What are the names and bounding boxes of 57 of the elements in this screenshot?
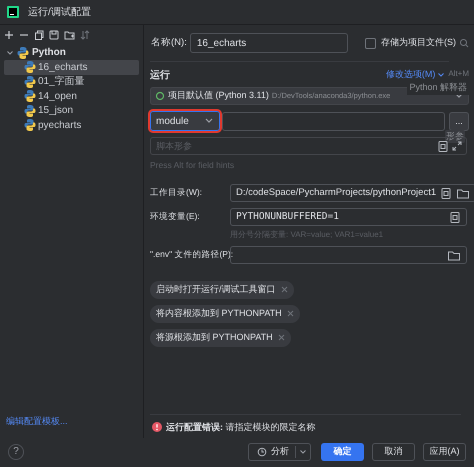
option-tag[interactable]: 启动时打开运行/调试工具窗口	[150, 280, 294, 299]
expand-icon[interactable]	[452, 141, 462, 151]
analyze-button[interactable]: 分析	[248, 442, 311, 460]
browse-button[interactable]: ...	[449, 112, 469, 130]
tree-item[interactable]: 14_open	[4, 89, 139, 104]
folder-icon[interactable]	[447, 248, 461, 261]
new-folder-icon[interactable]	[64, 30, 75, 40]
checkbox[interactable]	[365, 38, 376, 48]
help-button[interactable]: ?	[8, 444, 24, 460]
python-icon	[17, 46, 29, 60]
shortcut-hint: Alt+M	[448, 68, 469, 80]
edit-templates-link[interactable]: 编辑配置模板...	[0, 414, 143, 428]
module-name-field[interactable]	[222, 112, 445, 130]
option-tag[interactable]: 将源根添加到 PYTHONPATH	[150, 328, 291, 347]
error-icon	[152, 422, 162, 432]
save-icon[interactable]	[49, 30, 59, 40]
copy-icon[interactable]	[34, 30, 44, 40]
name-field[interactable]: 16_echarts	[190, 33, 348, 53]
name-label: 名称(N):	[151, 36, 187, 50]
sort-icon	[80, 30, 90, 40]
document-icon[interactable]	[449, 210, 461, 223]
ok-button[interactable]: 确定	[321, 442, 364, 460]
python-icon	[24, 60, 36, 74]
caret-icon[interactable]	[6, 48, 14, 56]
field-label: 环境变量(E):	[150, 210, 201, 224]
section-title: 运行	[150, 68, 170, 83]
search-icon	[459, 38, 469, 48]
env-variables-field[interactable]: PYTHONUNBUFFERED=1	[230, 208, 467, 226]
clock-icon	[257, 446, 267, 456]
field-label: 工作目录(W):	[150, 186, 204, 200]
tree-item[interactable]: pyecharts	[4, 118, 139, 132]
tree-item[interactable]: Python	[4, 45, 139, 60]
field-label: ".env" 文件的路径(P):	[150, 248, 230, 262]
module-dropdown[interactable]: module	[150, 111, 220, 131]
python-icon	[24, 118, 36, 132]
error-message: 运行配置错误: 请指定模块的限定名称	[166, 420, 316, 434]
document-icon[interactable]	[440, 186, 452, 199]
dialog-button[interactable]: 取消	[372, 442, 415, 460]
modify-options-link[interactable]: 修改选项(M)	[386, 68, 446, 82]
circle-icon	[155, 91, 165, 101]
dialog-button[interactable]: 应用(A)	[423, 442, 466, 460]
python-icon	[24, 104, 36, 118]
add-icon[interactable]	[4, 30, 14, 40]
app-logo-icon	[6, 5, 20, 19]
checkbox-label: 存储为项目文件(S)	[381, 36, 456, 50]
tree-item[interactable]: 01_字面量	[4, 74, 139, 89]
tree-item[interactable]: 16_echarts	[4, 60, 139, 74]
document-icon[interactable]	[437, 140, 449, 152]
chevron-icon	[437, 70, 446, 79]
option-tag[interactable]: 将内容根添加到 PYTHONPATH	[150, 304, 300, 323]
python-icon	[24, 74, 36, 89]
tooltip: Python 解释器	[407, 81, 469, 94]
tree-item[interactable]: 15_json	[4, 104, 139, 118]
python-icon	[24, 89, 36, 104]
window-title: 运行/调试配置	[28, 6, 91, 20]
working-directory-field[interactable]: D:/codeSpace/PycharmProjects/pythonProject1	[230, 184, 474, 202]
folder-icon[interactable]	[456, 186, 470, 199]
